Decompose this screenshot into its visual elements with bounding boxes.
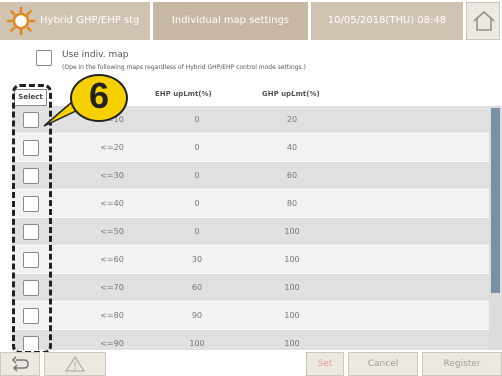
ghp-column-header: GHP upLmt(%) bbox=[262, 90, 320, 98]
warning-icon bbox=[64, 355, 86, 372]
table-row: <=40 0 80 bbox=[12, 190, 489, 218]
table-row: <=30 0 60 bbox=[12, 162, 489, 190]
table-row: <=90 100 100 bbox=[12, 330, 489, 350]
cond-cell: <=60 bbox=[100, 255, 124, 264]
ghp-cell: 100 bbox=[284, 227, 300, 236]
ghp-cell: 100 bbox=[284, 283, 300, 292]
ghp-cell: 40 bbox=[286, 143, 298, 152]
back-button[interactable] bbox=[0, 352, 40, 376]
ehp-cell: 0 bbox=[194, 143, 200, 152]
table-row: <=70 60 100 bbox=[12, 274, 489, 302]
ghp-cell: 80 bbox=[286, 199, 298, 208]
ehp-cell: 100 bbox=[189, 339, 205, 348]
ehp-cell: 60 bbox=[191, 283, 203, 292]
cond-cell: <=40 bbox=[100, 199, 124, 208]
cond-cell: <=70 bbox=[100, 283, 124, 292]
cond-cell: <=30 bbox=[100, 171, 124, 180]
warning-button[interactable] bbox=[44, 352, 106, 376]
home-button[interactable] bbox=[466, 2, 500, 40]
ghp-cell: 100 bbox=[284, 339, 300, 348]
header-bar: Hybrid GHP/EHP stg Individual map settin… bbox=[0, 0, 502, 42]
table-row: <=60 30 100 bbox=[12, 246, 489, 274]
table-row: <=50 0 100 bbox=[12, 218, 489, 246]
map-table: <=10 0 20 <=20 0 40 <=30 0 60 <=40 0 80 … bbox=[12, 106, 489, 350]
ehp-cell: 0 bbox=[194, 115, 200, 124]
scrollbar-thumb[interactable] bbox=[491, 108, 500, 293]
ghp-cell: 20 bbox=[286, 115, 298, 124]
callout-number: 6 bbox=[88, 75, 110, 116]
ehp-column-header: EHP upLmt(%) bbox=[155, 90, 212, 98]
register-button[interactable]: Register bbox=[422, 352, 502, 376]
cancel-button[interactable]: Cancel bbox=[348, 352, 418, 376]
datetime: 10/05/2018(THU) 08:48 bbox=[311, 2, 463, 40]
cond-cell: <=20 bbox=[100, 143, 124, 152]
mode-title: Individual map settings bbox=[153, 2, 308, 40]
ehp-cell: 0 bbox=[194, 171, 200, 180]
table-row: <=80 90 100 bbox=[12, 302, 489, 330]
sun-icon bbox=[6, 6, 36, 36]
ghp-cell: 100 bbox=[284, 311, 300, 320]
table-row: <=20 0 40 bbox=[12, 134, 489, 162]
ehp-cell: 0 bbox=[194, 199, 200, 208]
ehp-cell: 30 bbox=[191, 255, 203, 264]
back-arrow-icon bbox=[11, 356, 29, 372]
ehp-cell: 90 bbox=[191, 311, 203, 320]
cond-cell: <=50 bbox=[100, 227, 124, 236]
use-map-label: Use indiv. map bbox=[62, 50, 129, 60]
ghp-cell: 60 bbox=[286, 171, 298, 180]
cond-cell: <=80 bbox=[100, 311, 124, 320]
set-button[interactable]: Set bbox=[306, 352, 344, 376]
ghp-cell: 100 bbox=[284, 255, 300, 264]
cond-cell: <=90 bbox=[100, 339, 124, 348]
home-icon bbox=[473, 10, 495, 31]
use-map-checkbox[interactable] bbox=[36, 50, 52, 66]
ehp-cell: 0 bbox=[194, 227, 200, 236]
